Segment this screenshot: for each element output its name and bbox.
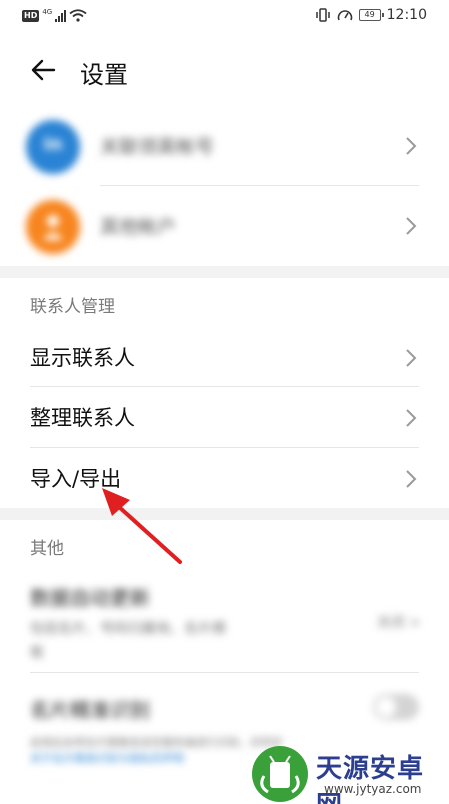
account-label: 关联领英帐号 [100, 136, 215, 158]
status-left: HD 4G [22, 9, 87, 22]
chevron-right-icon [406, 470, 417, 488]
status-bar: HD 4G 49 12:10 [0, 0, 449, 34]
section-title-contacts: 联系人管理 [30, 297, 115, 317]
auto-update-title: 数据自动更新 [30, 586, 150, 610]
account-row-other[interactable]: 其他帐户 [0, 186, 449, 266]
row-label: 显示联系人 [30, 346, 135, 370]
auto-update-subtitle-cont: 板 [30, 645, 44, 661]
annotation-arrow-icon [102, 488, 182, 564]
speed-gauge-icon [337, 10, 352, 21]
chevron-right-icon [406, 137, 417, 155]
card-recognition-title: 名片精准识别 [30, 698, 150, 722]
battery-icon: 49 [358, 9, 384, 21]
row-auto-update[interactable]: 数据自动更新 包括名片、号码归属地、名片模 板 关闭 > [0, 572, 449, 672]
status-right: 49 12:10 [315, 7, 427, 23]
row-label: 整理联系人 [30, 406, 135, 430]
chevron-right-icon [406, 349, 417, 367]
section-gap [0, 266, 449, 278]
divider [30, 447, 419, 448]
page-title: 设置 [80, 61, 128, 89]
account-label: 其他帐户 [100, 216, 177, 238]
auto-update-value: 关闭 > [376, 615, 421, 631]
status-time: 12:10 [386, 7, 427, 23]
hd-icon: HD [22, 9, 40, 22]
other-account-avatar [26, 200, 80, 254]
account-row-linkedin[interactable]: in 关联领英帐号 [0, 106, 449, 186]
row-organize-contacts[interactable]: 整理联系人 [0, 388, 449, 448]
row-display-contacts[interactable]: 显示联系人 [0, 328, 449, 388]
divider [30, 672, 419, 673]
header: 设置 [0, 40, 449, 104]
section-gap [0, 508, 449, 520]
chevron-right-icon [406, 217, 417, 235]
linkedin-avatar-text: in [43, 134, 63, 155]
watermark-logo-icon [252, 746, 308, 802]
auto-update-subtitle: 包括名片、号码归属地、名片模 [30, 621, 226, 637]
chevron-right-icon [406, 409, 417, 427]
section-title-other: 其他 [30, 539, 64, 559]
signal-icon [55, 9, 67, 22]
back-arrow-icon[interactable] [28, 54, 60, 86]
vibrate-icon [315, 8, 330, 22]
wifi-icon [69, 9, 87, 22]
card-recognition-privacy-link[interactable]: 关于名片精准识别与隐私的声明 [30, 750, 184, 766]
person-icon [43, 215, 63, 240]
card-recognition-toggle[interactable] [373, 694, 419, 720]
row-import-export[interactable]: 导入/导出 [0, 449, 449, 509]
watermark-url: www.jytyaz.com [324, 782, 422, 796]
divider [30, 386, 419, 387]
linkedin-avatar: in [26, 120, 80, 174]
network-type: 4G [42, 8, 53, 16]
watermark: 天源安卓网 www.jytyaz.com [244, 742, 449, 804]
